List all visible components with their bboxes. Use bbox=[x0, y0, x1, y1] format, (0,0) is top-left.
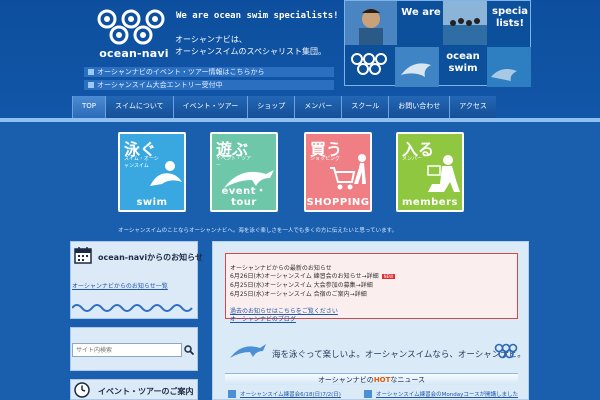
bullet-icon bbox=[88, 69, 94, 75]
tile-footer: SHOPPING bbox=[306, 197, 370, 208]
wave-divider bbox=[72, 304, 193, 312]
logo-text: ocean-navi bbox=[99, 47, 169, 60]
shopping-cart-icon bbox=[330, 154, 366, 190]
reading-person-icon bbox=[427, 155, 460, 192]
new-badge: NEW bbox=[381, 274, 396, 279]
nav-item-member[interactable]: メンバー bbox=[294, 96, 342, 118]
description-line-1: オーシャンナビは、 bbox=[175, 35, 247, 44]
clock-icon bbox=[74, 382, 90, 398]
header-news-link-2[interactable]: オーシャンスイム大会エントリー受付中 bbox=[84, 80, 334, 90]
main-nav: TOP スイムについて イベント・ツアー ショップ メンバー スクール お問い合… bbox=[72, 96, 496, 118]
tile-footer: swim bbox=[136, 197, 168, 208]
search-icon[interactable] bbox=[184, 345, 194, 355]
notice-item-3[interactable]: 6月25日(水)オーシャンスイム 合宿のご案内→詳細 bbox=[230, 289, 367, 298]
tile-event[interactable]: 遊ぶ イベント・ツアー event・tour bbox=[210, 132, 278, 212]
category-tiles: 泳ぐ スイム・オーシャンスイム swim 遊ぶ イベント・ツアー event・t… bbox=[118, 132, 482, 214]
notice-item-text: 6月26日(木)オーシャンスイム 練習会のお知らせ→詳細 bbox=[230, 273, 379, 280]
nav-item-access[interactable]: アクセス bbox=[449, 96, 496, 118]
notice-box: オーシャンナビからの最新のお知らせ 6月26日(木)オーシャンスイム 練習会のお… bbox=[225, 253, 518, 323]
hot-prefix: オーシャンナビの bbox=[317, 376, 374, 384]
sidebar-news-title: ocean-naviからのお知らせ bbox=[98, 253, 203, 262]
ocean-navi-mark-icon bbox=[494, 343, 518, 359]
nav-item-school[interactable]: スクール bbox=[341, 96, 389, 118]
hot-suffix: なニュース bbox=[390, 376, 426, 384]
nav-item-shop[interactable]: ショップ bbox=[247, 96, 295, 118]
header-divider bbox=[0, 118, 600, 122]
tile-shopping[interactable]: 買う ショッピング SHOPPING bbox=[304, 132, 372, 212]
nav-item-swim[interactable]: スイムについて bbox=[105, 96, 173, 118]
nav-item-event[interactable]: イベント・ツアー bbox=[172, 96, 248, 118]
dolphin-photo bbox=[395, 47, 439, 87]
banner-we-are: We are bbox=[401, 7, 441, 18]
header-banner[interactable]: We are specia lists! ocean swim bbox=[344, 0, 531, 87]
notice-item-2[interactable]: 6月25日(水)オーシャンスイム 大会参加の募集→詳細 bbox=[230, 280, 373, 289]
description-line-2: オーシャンスイムのスペシャリスト集団。 bbox=[175, 47, 326, 56]
hot-news-header: オーシャンナビのHOTなニュース bbox=[225, 373, 518, 385]
sidebar-news-link[interactable]: オーシャンナビからのお知らせ一覧 bbox=[72, 281, 168, 290]
banner-logo-icon bbox=[347, 49, 391, 85]
swimmer-photo bbox=[345, 1, 397, 45]
hot-news-thumb-left bbox=[228, 390, 236, 398]
notice-item-1[interactable]: 6月26日(木)オーシャンスイム 練習会のお知らせ→詳細 NEW bbox=[230, 271, 396, 280]
sidebar-event-title: イベント・ツアーのご案内 bbox=[98, 387, 194, 396]
bullet-icon bbox=[88, 82, 94, 88]
hot-word: HOT bbox=[373, 376, 391, 384]
calendar-icon bbox=[74, 247, 92, 264]
tile-footer: members bbox=[402, 197, 458, 208]
tile-swim[interactable]: 泳ぐ スイム・オーシャンスイム swim bbox=[118, 132, 186, 212]
hot-news-link-left[interactable]: オーシャンスイム練習会6/18(日)7/2(日) bbox=[240, 390, 358, 400]
site-description: オーシャンナビは、 オーシャンスイムのスペシャリスト集団。 bbox=[175, 34, 326, 58]
nav-item-top[interactable]: TOP bbox=[72, 96, 106, 118]
hot-news-thumb-right bbox=[364, 390, 372, 398]
tagline: We are ocean swim specialists! bbox=[176, 11, 339, 21]
header-news-text: オーシャンナビのイベント・ツアー情報はこちらから bbox=[97, 68, 265, 76]
tile-footer: event・tour bbox=[221, 186, 267, 208]
search-input[interactable] bbox=[72, 343, 182, 357]
main-slogan: 海を泳ぐって楽しいよ。オーシャンスイムなら、オーシャンナビ。 bbox=[272, 350, 526, 360]
header-news-text: オーシャンスイム大会エントリー受付中 bbox=[97, 81, 223, 89]
dolphin-icon bbox=[230, 344, 266, 358]
banner-ocean-swim: ocean swim bbox=[446, 51, 480, 74]
tile-members[interactable]: 入る メンバー members bbox=[396, 132, 464, 212]
header-news-link-1[interactable]: オーシャンナビのイベント・ツアー情報はこちらから bbox=[84, 67, 334, 77]
site-slogan: オーシャンスイムのことならオーシャンナビへ。海を泳ぐ楽しさを一人でも多くの方に伝… bbox=[118, 228, 398, 234]
hot-news-link-right[interactable]: オーシャンスイム練習会のMondayコースが開講しました bbox=[376, 390, 518, 400]
swimmer-icon bbox=[150, 161, 182, 186]
underwater-photo bbox=[487, 47, 531, 87]
notice-blog-link[interactable]: オーシャンナビのブログ bbox=[230, 314, 296, 323]
banner-specialists: specia lists! bbox=[492, 6, 528, 29]
group-photo bbox=[443, 1, 487, 45]
nav-item-contact[interactable]: お問い合わせ bbox=[388, 96, 450, 118]
